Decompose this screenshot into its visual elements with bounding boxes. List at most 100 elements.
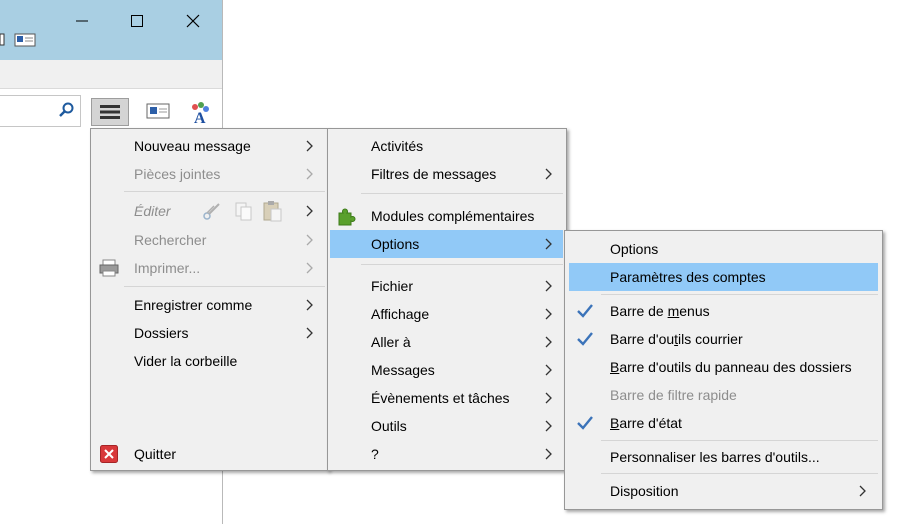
menu-item-label: Options	[371, 236, 420, 252]
menu-item-help[interactable]: ?	[328, 440, 566, 468]
menu-item-label: Pièces jointes	[134, 166, 221, 182]
app-menu: Nouveau message Pièces jointes Éditer Re…	[90, 128, 329, 471]
menu-item-label: Messages	[371, 362, 435, 378]
menu-item-search[interactable]: Rechercher	[91, 226, 328, 254]
menu-item-label: Personnaliser les barres d'outils...	[610, 449, 820, 465]
menu-separator	[601, 473, 878, 474]
puzzle-piece-icon	[338, 208, 356, 226]
menu-item-layout[interactable]: Disposition	[565, 477, 882, 505]
menu-item-label: Options	[610, 241, 659, 257]
app-menu-button[interactable]	[91, 98, 129, 126]
menu-item-label: Activités	[371, 138, 424, 154]
menu-item-label: Barre de filtre rapide	[610, 387, 737, 403]
tools-submenu: Activités Filtres de messages Modules co…	[327, 128, 567, 471]
menu-item-label: Barre d'état	[610, 415, 682, 431]
chevron-right-icon	[545, 238, 552, 250]
menu-item-print[interactable]: Imprimer...	[91, 254, 328, 282]
menu-separator	[124, 191, 325, 192]
menu-item-label: Nouveau message	[134, 138, 251, 154]
chevron-right-icon	[306, 234, 313, 246]
tab-edge-icon	[0, 33, 5, 46]
menu-item-quit[interactable]: Quitter	[91, 440, 328, 468]
paste-icon	[263, 201, 282, 222]
close-button[interactable]	[178, 8, 208, 34]
menu-item-label: Modules complémentaires	[371, 208, 535, 224]
search-icon	[59, 102, 74, 117]
options-submenu: Options Paramètres des comptes Barre de …	[564, 230, 883, 510]
chevron-right-icon	[859, 485, 866, 497]
menu-separator	[361, 193, 563, 194]
menu-item-folders[interactable]: Dossiers	[91, 319, 328, 347]
chevron-right-icon	[306, 327, 313, 339]
menu-item-label: Aller à	[371, 334, 411, 350]
chevron-right-icon	[306, 299, 313, 311]
menu-item-options-dialog[interactable]: Options	[565, 235, 882, 263]
menu-item-label: Disposition	[610, 483, 679, 499]
menu-item-customize-toolbars[interactable]: Personnaliser les barres d'outils...	[565, 443, 882, 471]
menu-item-label: Dossiers	[134, 325, 189, 341]
menu-item-account-settings[interactable]: Paramètres des comptes	[569, 263, 878, 291]
menu-item-messages[interactable]: Messages	[328, 356, 566, 384]
menu-item-label: Éditer	[134, 203, 171, 219]
menu-item-activities[interactable]: Activités	[328, 132, 566, 160]
menu-item-message-filters[interactable]: Filtres de messages	[328, 160, 566, 188]
close-icon	[186, 14, 200, 28]
menu-item-attachments[interactable]: Pièces jointes	[91, 160, 328, 188]
svg-text:A: A	[194, 110, 206, 125]
menu-item-label: ?	[371, 446, 379, 462]
menu-item-label: Imprimer...	[134, 260, 201, 276]
chat-icon[interactable]: A	[187, 101, 213, 125]
menu-item-edit[interactable]: Éditer	[91, 197, 328, 225]
menu-item-quick-filter-bar[interactable]: Barre de filtre rapide	[565, 381, 882, 409]
menu-item-save-as[interactable]: Enregistrer comme	[91, 291, 328, 319]
menu-item-empty-trash[interactable]: Vider la corbeille	[91, 347, 328, 375]
menu-item-status-bar[interactable]: Barre d'état	[565, 409, 882, 437]
checkmark-icon	[577, 304, 593, 318]
menu-item-events-tasks[interactable]: Évènements et tâches	[328, 384, 566, 412]
menu-item-label: Vider la corbeille	[134, 353, 238, 369]
chevron-right-icon	[306, 262, 313, 274]
search-input[interactable]	[0, 95, 81, 127]
chevron-right-icon	[545, 420, 552, 432]
menu-item-label: Rechercher	[134, 232, 207, 248]
menu-item-label: Barre de menus	[610, 303, 710, 319]
minimize-icon	[76, 20, 88, 22]
chevron-right-icon	[545, 364, 552, 376]
checkmark-icon	[577, 416, 593, 430]
menu-item-label: Quitter	[134, 446, 177, 462]
menu-item-new-message[interactable]: Nouveau message	[91, 132, 328, 160]
hamburger-menu-icon	[100, 105, 120, 119]
chevron-right-icon	[545, 280, 552, 292]
menu-item-folder-pane-toolbar[interactable]: Barre d'outils du panneau des dossiers	[565, 353, 882, 381]
chevron-right-icon	[545, 392, 552, 404]
menu-item-view[interactable]: Affichage	[328, 300, 566, 328]
maximize-icon	[131, 15, 143, 27]
menu-item-label: Barre d'outils du panneau des dossiers	[610, 359, 852, 375]
menu-separator	[601, 294, 878, 295]
menu-separator	[124, 286, 325, 287]
minimize-button[interactable]	[67, 8, 97, 34]
mail-toolbar	[0, 60, 222, 89]
menu-item-label: Fichier	[371, 278, 414, 294]
checkmark-icon	[577, 332, 593, 346]
menu-item-options[interactable]: Options	[330, 230, 563, 258]
cut-icon	[203, 203, 220, 220]
menu-item-go[interactable]: Aller à	[328, 328, 566, 356]
menu-item-tools[interactable]: Outils	[328, 412, 566, 440]
copy-icon	[235, 202, 252, 221]
menu-item-mail-toolbar[interactable]: Barre d'outils courrier	[565, 325, 882, 353]
menu-item-menu-bar[interactable]: Barre de menus	[565, 297, 882, 325]
maximize-button[interactable]	[122, 8, 152, 34]
menu-item-file[interactable]: Fichier	[328, 272, 566, 300]
menu-item-addons[interactable]: Modules complémentaires	[328, 202, 566, 230]
chevron-right-icon	[306, 168, 313, 180]
menu-item-label: Évènements et tâches	[371, 390, 510, 406]
quit-icon	[100, 445, 118, 463]
printer-icon	[99, 259, 119, 277]
menu-item-label: Enregistrer comme	[134, 297, 253, 313]
address-book-icon[interactable]	[14, 33, 36, 47]
address-book-toolbar-icon[interactable]	[146, 101, 170, 121]
chevron-right-icon	[545, 448, 552, 460]
menu-item-label: Outils	[371, 418, 407, 434]
menu-item-label: Barre d'outils courrier	[610, 331, 743, 347]
